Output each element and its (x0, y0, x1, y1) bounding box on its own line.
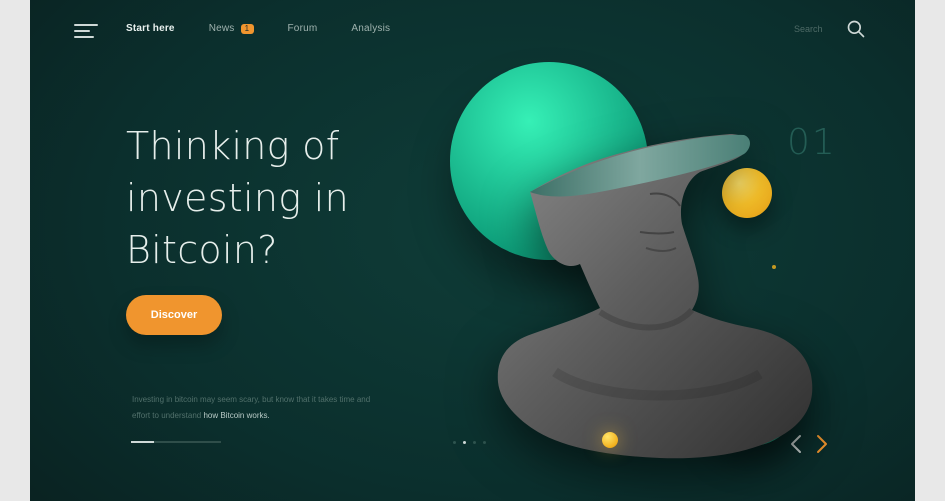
hero-description: Investing in bitcoin may seem scary, but… (132, 392, 377, 424)
discover-button[interactable]: Discover (126, 295, 222, 335)
nav-item-label: News (208, 23, 235, 34)
nav-item-label: Analysis (351, 23, 391, 34)
nav-item-start-here[interactable]: Start here (126, 23, 175, 34)
headline-line: Bitcoin? (126, 228, 278, 272)
headline-line: Thinking of (126, 124, 340, 168)
nav-item-label: Forum (287, 23, 318, 34)
slide-progress-bar (131, 441, 221, 443)
slide-progress-fill (131, 441, 154, 443)
top-navigation: Start here News 1 Forum Analysis Search (30, 0, 915, 58)
search-input[interactable]: Search (794, 24, 823, 34)
hero-artwork (450, 60, 830, 480)
landing-frame: Start here News 1 Forum Analysis Search … (30, 0, 915, 501)
nav-item-analysis[interactable]: Analysis (351, 23, 390, 34)
news-count-badge: 1 (240, 23, 254, 34)
search-icon[interactable] (846, 19, 866, 39)
statue-bust-image (497, 134, 813, 459)
headline-line: investing in (126, 176, 349, 220)
nav-item-label: Start here (126, 23, 175, 34)
nav-item-forum[interactable]: Forum (288, 23, 318, 34)
nav-item-news[interactable]: News 1 (209, 23, 254, 34)
primary-nav: Start here News 1 Forum Analysis (126, 23, 390, 34)
menu-icon[interactable] (74, 20, 98, 38)
hero-headline: Thinking of investing in Bitcoin? (126, 120, 446, 276)
yellow-glow-sphere (602, 432, 618, 448)
description-link[interactable]: how Bitcoin works. (203, 411, 269, 420)
